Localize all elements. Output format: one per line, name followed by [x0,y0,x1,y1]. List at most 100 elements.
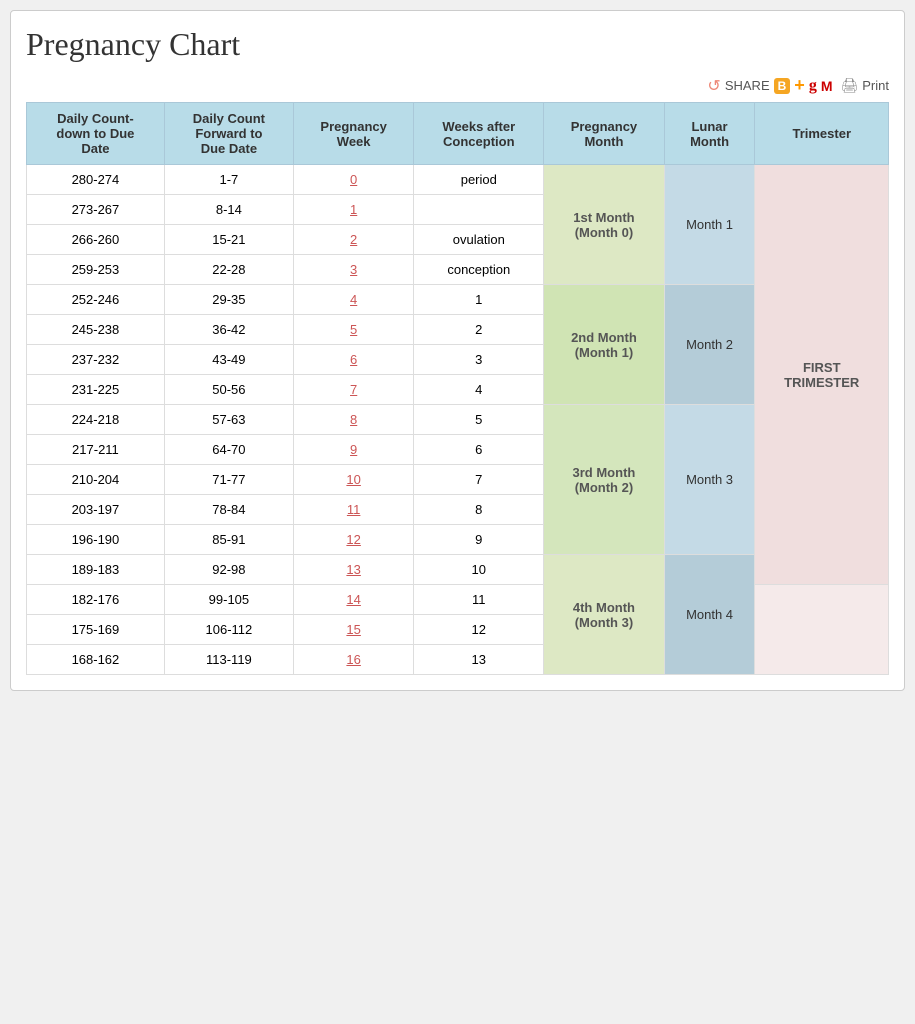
cell-lunar-month: Month 2 [664,285,755,405]
share-label: SHARE [725,78,770,93]
cell-conception: 2 [414,315,544,345]
cell-preg-week[interactable]: 8 [293,405,413,435]
cell-countdown: 237-232 [27,345,165,375]
cell-preg-week[interactable]: 2 [293,225,413,255]
week-link[interactable]: 12 [346,532,360,547]
page-title: Pregnancy Chart [26,26,889,63]
cell-countdown: 245-238 [27,315,165,345]
week-link[interactable]: 13 [346,562,360,577]
cell-forward: 22-28 [164,255,293,285]
header-lunar-month: LunarMonth [664,103,755,165]
cell-conception: 3 [414,345,544,375]
week-link[interactable]: 0 [350,172,357,187]
week-link[interactable]: 16 [346,652,360,667]
cell-forward: 15-21 [164,225,293,255]
cell-countdown: 273-267 [27,195,165,225]
cell-preg-week[interactable]: 9 [293,435,413,465]
cell-countdown: 217-211 [27,435,165,465]
cell-forward: 71-77 [164,465,293,495]
week-link[interactable]: 9 [350,442,357,457]
print-label: Print [862,78,889,93]
cell-forward: 106-112 [164,615,293,645]
cell-preg-week[interactable]: 7 [293,375,413,405]
cell-lunar-month: Month 3 [664,405,755,555]
cell-preg-week[interactable]: 3 [293,255,413,285]
cell-conception: 1 [414,285,544,315]
week-link[interactable]: 4 [350,292,357,307]
cell-countdown: 189-183 [27,555,165,585]
cell-forward: 1-7 [164,165,293,195]
cell-countdown: 203-197 [27,495,165,525]
cell-preg-month: 4th Month(Month 3) [544,555,664,675]
cell-forward: 92-98 [164,555,293,585]
cell-lunar-month: Month 1 [664,165,755,285]
week-link[interactable]: 5 [350,322,357,337]
cell-preg-week[interactable]: 4 [293,285,413,315]
cell-trimester-first: FIRSTTRIMESTER [755,165,889,585]
cell-countdown: 266-260 [27,225,165,255]
print-button[interactable]: 🖨 Print [840,77,889,94]
cell-countdown: 168-162 [27,645,165,675]
cell-countdown: 175-169 [27,615,165,645]
cell-countdown: 280-274 [27,165,165,195]
cell-preg-week[interactable]: 15 [293,615,413,645]
cell-preg-week[interactable]: 11 [293,495,413,525]
cell-preg-month: 2nd Month(Month 1) [544,285,664,405]
cell-countdown: 224-218 [27,405,165,435]
share-arrow-icon: ↺ [707,76,720,96]
cell-forward: 85-91 [164,525,293,555]
cell-conception: 8 [414,495,544,525]
week-link[interactable]: 8 [350,412,357,427]
header-daily-countdown: Daily Count-down to DueDate [27,103,165,165]
cell-forward: 36-42 [164,315,293,345]
week-link[interactable]: 10 [346,472,360,487]
cell-forward: 43-49 [164,345,293,375]
cell-forward: 8-14 [164,195,293,225]
cell-conception [414,195,544,225]
week-link[interactable]: 3 [350,262,357,277]
header-trimester: Trimester [755,103,889,165]
cell-conception: 12 [414,615,544,645]
cell-conception: 7 [414,465,544,495]
cell-conception: 6 [414,435,544,465]
header-daily-forward: Daily CountForward toDue Date [164,103,293,165]
week-link[interactable]: 15 [346,622,360,637]
cell-preg-week[interactable]: 5 [293,315,413,345]
cell-preg-week[interactable]: 16 [293,645,413,675]
header-preg-week: PregnancyWeek [293,103,413,165]
week-link[interactable]: 6 [350,352,357,367]
cell-forward: 50-56 [164,375,293,405]
cell-preg-week[interactable]: 14 [293,585,413,615]
gmail-icon: M [821,78,833,94]
cell-preg-week[interactable]: 1 [293,195,413,225]
cell-conception: 13 [414,645,544,675]
cell-conception: conception [414,255,544,285]
cell-preg-week[interactable]: 0 [293,165,413,195]
blogger-icon: B [774,78,791,94]
week-link[interactable]: 1 [350,202,357,217]
week-link[interactable]: 14 [346,592,360,607]
cell-forward: 99-105 [164,585,293,615]
cell-conception: period [414,165,544,195]
cell-preg-week[interactable]: 12 [293,525,413,555]
cell-conception: 4 [414,375,544,405]
cell-countdown: 231-225 [27,375,165,405]
google-icon: g [809,77,817,95]
toolbar: ↺ SHARE B + g M 🖨 Print [26,75,889,96]
cell-preg-month: 1st Month(Month 0) [544,165,664,285]
plus-icon: + [794,75,805,96]
cell-forward: 29-35 [164,285,293,315]
cell-conception: 10 [414,555,544,585]
cell-preg-week[interactable]: 6 [293,345,413,375]
cell-countdown: 210-204 [27,465,165,495]
share-button[interactable]: ↺ SHARE B + g M [707,75,832,96]
cell-preg-week[interactable]: 13 [293,555,413,585]
week-link[interactable]: 2 [350,232,357,247]
table-row: 182-17699-1051411 [27,585,889,615]
cell-conception: 11 [414,585,544,615]
cell-countdown: 252-246 [27,285,165,315]
cell-preg-week[interactable]: 10 [293,465,413,495]
week-link[interactable]: 11 [347,502,361,517]
cell-conception: 9 [414,525,544,555]
week-link[interactable]: 7 [350,382,357,397]
